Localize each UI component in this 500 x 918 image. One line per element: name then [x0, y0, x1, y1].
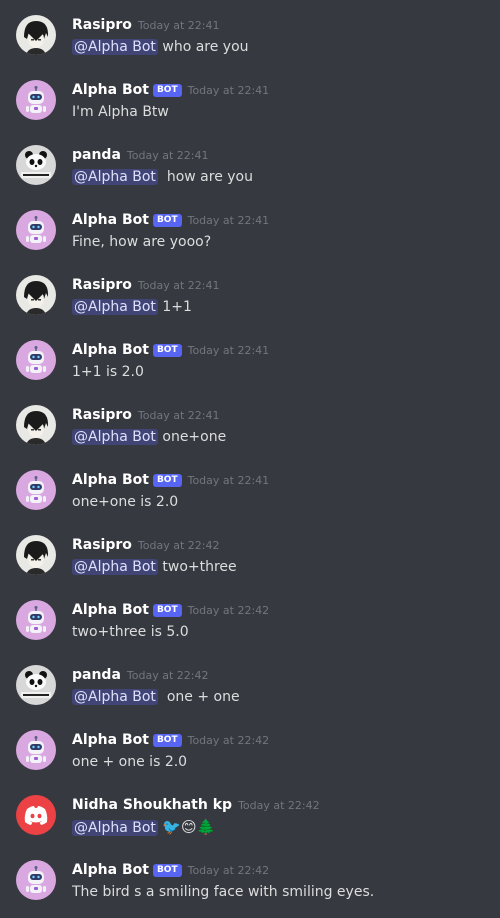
message-text: 1+1 is 2.0	[72, 364, 144, 380]
avatar-anime-icon[interactable]	[16, 15, 56, 55]
timestamp: Today at 22:41	[187, 84, 270, 97]
message-content: @Alpha Bot who are you	[72, 37, 249, 57]
bot-tag: BOT	[152, 864, 182, 877]
message-text: one + one	[166, 689, 240, 705]
username[interactable]: panda	[72, 667, 121, 683]
timestamp: Today at 22:42	[137, 539, 220, 552]
username[interactable]: Nidha Shoukhath kp	[72, 797, 232, 813]
message-content: @Alpha Bot 1+1	[72, 297, 192, 317]
bot-tag: BOT	[152, 734, 182, 747]
message-content: @Alpha Bot how are you	[72, 167, 253, 187]
message-text: Fine, how are yooo?	[72, 234, 212, 250]
message: Rasipro Today at 22:41 @Alpha Bot who are…	[0, 13, 500, 73]
timestamp: Today at 22:41	[137, 19, 220, 32]
message: Alpha Bot BOT Today at 22:42 two+three is …	[0, 598, 500, 658]
avatar-robot-icon[interactable]	[16, 860, 56, 900]
message: panda Today at 22:41 @Alpha Bot how are y…	[0, 143, 500, 203]
message: Alpha Bot BOT Today at 22:41 I'm Alpha Btw	[0, 78, 500, 138]
avatar-robot-icon[interactable]	[16, 470, 56, 510]
timestamp: Today at 22:42	[238, 799, 320, 812]
message-content: The bird s a smiling face with smiling e…	[72, 882, 374, 902]
message-content: one+one is 2.0	[72, 492, 178, 512]
timestamp: Today at 22:41	[187, 474, 270, 487]
message-text: I'm Alpha Btw	[72, 104, 169, 120]
mention[interactable]: @Alpha Bot	[72, 39, 158, 55]
mention[interactable]: @Alpha Bot	[72, 820, 158, 836]
username[interactable]: Rasipro	[72, 277, 132, 293]
avatar-robot-icon[interactable]	[16, 730, 56, 770]
emoji-bird-smile-tree[interactable]: 🐦😊🌲	[162, 818, 215, 836]
message: Alpha Bot BOT Today at 22:41 1+1 is 2.0	[0, 338, 500, 398]
avatar-robot-icon[interactable]	[16, 600, 56, 640]
message-content: 1+1 is 2.0	[72, 362, 144, 382]
timestamp: Today at 22:41	[187, 344, 270, 357]
avatar-panda-icon[interactable]	[16, 665, 56, 705]
username[interactable]: Alpha Bot	[72, 212, 149, 228]
message-content: I'm Alpha Btw	[72, 102, 169, 122]
bot-tag: BOT	[152, 474, 182, 487]
message-content: Fine, how are yooo?	[72, 232, 211, 252]
message-content: @Alpha Bot 🐦😊🌲	[72, 817, 215, 838]
message: Rasipro Today at 22:41 @Alpha Bot one+one	[0, 403, 500, 463]
mention[interactable]: @Alpha Bot	[72, 429, 158, 445]
timestamp: Today at 22:42	[187, 734, 270, 747]
message-content: one + one is 2.0	[72, 752, 187, 772]
timestamp: Today at 22:41	[187, 214, 270, 227]
message: Rasipro Today at 22:42 @Alpha Bot two+thr…	[0, 533, 500, 593]
mention[interactable]: @Alpha Bot	[72, 299, 158, 315]
bot-tag: BOT	[152, 604, 182, 617]
mention[interactable]: @Alpha Bot	[72, 559, 158, 575]
avatar-robot-icon[interactable]	[16, 80, 56, 120]
username[interactable]: Rasipro	[72, 17, 132, 33]
timestamp: Today at 22:41	[137, 279, 220, 292]
message-text: one + one is 2.0	[72, 754, 188, 770]
avatar-robot-icon[interactable]	[16, 210, 56, 250]
username[interactable]: Rasipro	[72, 537, 132, 553]
username[interactable]: Rasipro	[72, 407, 132, 423]
message-text: 1+1	[162, 299, 192, 315]
message-content: @Alpha Bot one+one	[72, 427, 226, 447]
avatar-panda-icon[interactable]	[16, 145, 56, 185]
timestamp: Today at 22:42	[187, 604, 270, 617]
message-text: one+one	[162, 429, 227, 445]
bot-tag: BOT	[152, 214, 182, 227]
message: Nidha Shoukhath kp Today at 22:42 @Alpha …	[0, 793, 500, 853]
mention[interactable]: @Alpha Bot	[72, 689, 158, 705]
message-text: who are you	[162, 39, 249, 55]
avatar-anime-icon[interactable]	[16, 535, 56, 575]
username[interactable]: Alpha Bot	[72, 472, 149, 488]
username[interactable]: panda	[72, 147, 121, 163]
message: Alpha Bot BOT Today at 22:42 The bird s a …	[0, 858, 500, 918]
message-content: @Alpha Bot two+three	[72, 557, 237, 577]
timestamp: Today at 22:42	[126, 669, 209, 682]
avatar-robot-icon[interactable]	[16, 340, 56, 380]
message-text: one+one is 2.0	[72, 494, 179, 510]
message-content: @Alpha Bot one + one	[72, 687, 240, 707]
username[interactable]: Alpha Bot	[72, 82, 149, 98]
message: Rasipro Today at 22:41 @Alpha Bot 1+1	[0, 273, 500, 333]
timestamp: Today at 22:42	[187, 864, 270, 877]
timestamp: Today at 22:41	[126, 149, 209, 162]
message-text: two+three is 5.0	[72, 624, 189, 640]
message-text: two+three	[162, 559, 237, 575]
timestamp: Today at 22:41	[137, 409, 220, 422]
chat-message-list: Rasipro Today at 22:41 @Alpha Bot who are…	[0, 0, 500, 917]
username[interactable]: Alpha Bot	[72, 862, 149, 878]
message-text: how are you	[166, 169, 253, 185]
message: Alpha Bot BOT Today at 22:41 one+one is 2.…	[0, 468, 500, 528]
message: panda Today at 22:42 @Alpha Bot one + one	[0, 663, 500, 723]
bot-tag: BOT	[152, 84, 182, 97]
username[interactable]: Alpha Bot	[72, 732, 149, 748]
username[interactable]: Alpha Bot	[72, 342, 149, 358]
message: Alpha Bot BOT Today at 22:42 one + one is …	[0, 728, 500, 788]
message: Alpha Bot BOT Today at 22:41 Fine, how are…	[0, 208, 500, 268]
avatar-discord-icon[interactable]	[16, 795, 56, 835]
mention[interactable]: @Alpha Bot	[72, 169, 158, 185]
bot-tag: BOT	[152, 344, 182, 357]
message-text: The bird s a smiling face with smiling e…	[72, 884, 375, 900]
message-content: two+three is 5.0	[72, 622, 189, 642]
avatar-anime-icon[interactable]	[16, 275, 56, 315]
avatar-anime-icon[interactable]	[16, 405, 56, 445]
username[interactable]: Alpha Bot	[72, 602, 149, 618]
